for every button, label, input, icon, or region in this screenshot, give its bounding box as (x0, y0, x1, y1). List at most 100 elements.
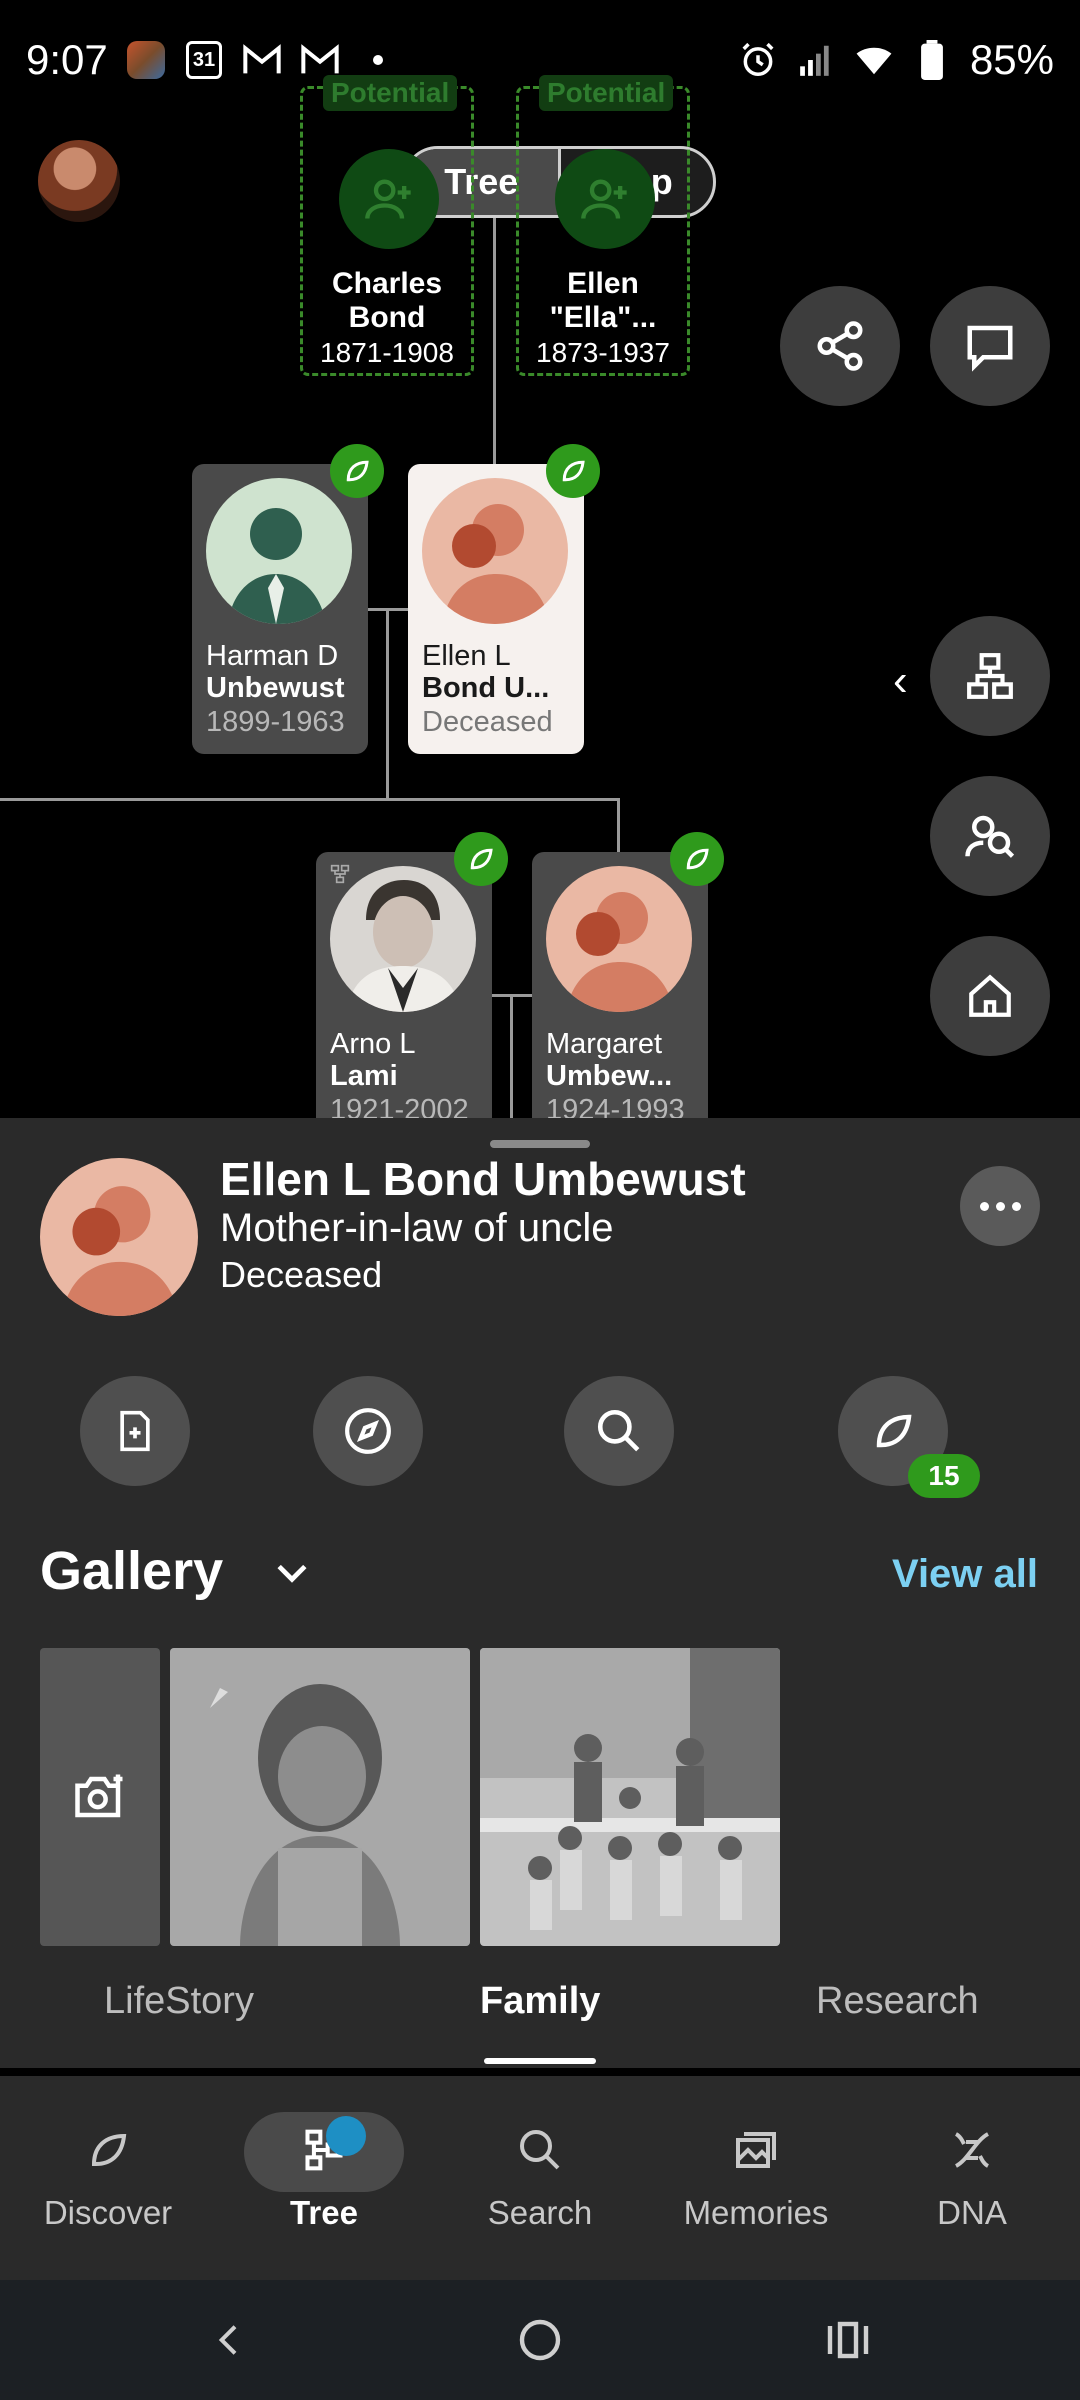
potential-parent-years: 1871-1908 (320, 337, 454, 368)
nav-label: Search (487, 2194, 593, 2231)
person-relationship: Mother-in-law of uncle (220, 1206, 614, 1250)
alarm-icon (738, 40, 778, 80)
person-years: Deceased (422, 706, 553, 738)
status-time: 9:07 (26, 36, 108, 83)
discover-leaf-icon (0, 2120, 216, 2180)
nav-discover[interactable]: Discover (0, 2120, 216, 2232)
connector-line (510, 994, 513, 1118)
gmail-icon (242, 40, 282, 80)
chevron-left-icon[interactable]: ‹ (893, 656, 908, 706)
female-silhouette-avatar[interactable] (40, 1158, 198, 1316)
user-avatar[interactable] (38, 140, 120, 222)
person-years: 1921-2002 (330, 1094, 469, 1118)
person-card[interactable]: Harman D Unbewust 1899-1963 (192, 444, 384, 754)
share-button[interactable] (780, 286, 900, 406)
potential-parent-card[interactable]: Potential Charles Bond 1871-1908 (300, 75, 474, 376)
female-silhouette-avatar (422, 478, 568, 624)
find-person-button[interactable] (930, 776, 1050, 896)
potential-parent-card[interactable]: Potential Ellen "Ella"... 1873-1937 (516, 75, 690, 376)
connector-line (386, 608, 389, 800)
home-circle-icon[interactable] (510, 2310, 570, 2370)
back-icon[interactable] (200, 2310, 260, 2370)
calendar-31-icon: 31 (184, 40, 224, 80)
gallery-heading: Gallery (40, 1541, 224, 1601)
gmail-icon (300, 40, 340, 80)
person-first-name: Arno L (330, 1028, 416, 1060)
system-icons: 85% (738, 36, 1054, 84)
connector-line (493, 218, 496, 464)
tab-family[interactable]: Family (480, 1980, 600, 2023)
nav-dna[interactable]: DNA (864, 2120, 1080, 2232)
active-tab-indicator (484, 2058, 596, 2064)
tree-icon (216, 2120, 432, 2180)
person-first-name: Harman D (206, 640, 339, 672)
bottom-navigation: Discover Tree Search Memories DNA (0, 2076, 1080, 2280)
notification-icons: 31 (126, 40, 398, 80)
nav-memories[interactable]: Memories (648, 2120, 864, 2232)
potential-parent-name: Charles Bond (331, 267, 443, 334)
person-last-name: Bond U... (422, 672, 550, 704)
chevron-down-icon[interactable] (270, 1550, 314, 1599)
view-all-link[interactable]: View all (892, 1552, 1038, 1597)
gallery-photo-family-group[interactable] (480, 1648, 780, 1946)
potential-parent-name: Ellen "Ella"... (549, 267, 657, 334)
person-card[interactable]: Margaret Umbew... 1924-1993 (532, 832, 724, 1118)
nav-label: DNA (937, 2194, 1007, 2231)
comment-button[interactable] (930, 286, 1050, 406)
drag-handle[interactable] (490, 1140, 590, 1148)
connector-line (492, 994, 534, 997)
add-photo-button[interactable] (40, 1648, 160, 1946)
nav-search[interactable]: Search (432, 2120, 648, 2232)
person-last-name: Unbewust (206, 672, 345, 704)
tab-research[interactable]: Research (816, 1980, 979, 2023)
hint-leaf-icon[interactable] (670, 832, 724, 886)
person-last-name: Umbew... (546, 1060, 673, 1092)
nav-label: Discover (43, 2194, 173, 2231)
dot-icon (358, 40, 398, 80)
hint-leaf-icon[interactable] (330, 444, 384, 498)
tree-view-options-button[interactable] (930, 616, 1050, 736)
system-navigation-bar (0, 2280, 1080, 2400)
person-years: 1924-1993 (546, 1094, 685, 1118)
female-silhouette-avatar (546, 866, 692, 1012)
hints-count-badge: 15 (908, 1454, 980, 1498)
battery-icon (912, 40, 952, 80)
wifi-icon (854, 40, 894, 80)
potential-parent-years: 1873-1937 (536, 337, 670, 368)
add-person-icon (339, 149, 439, 249)
nav-label: Tree (290, 2194, 358, 2231)
person-first-name: Margaret (546, 1028, 663, 1060)
hint-leaf-icon[interactable] (454, 832, 508, 886)
photos-icon (648, 2120, 864, 2180)
add-record-button[interactable] (80, 1376, 190, 1486)
photo-collage-icon (126, 40, 166, 80)
person-first-name: Ellen L (422, 640, 511, 672)
signal-icon (796, 40, 836, 80)
person-card-selected[interactable]: Ellen L Bond U... Deceased (408, 444, 600, 754)
person-card[interactable]: Arno L Lami 1921-2002 (316, 832, 508, 1118)
tree-mini-icon (330, 864, 350, 889)
more-options-button[interactable] (960, 1166, 1040, 1246)
recent-apps-icon[interactable] (818, 2310, 878, 2370)
home-button[interactable] (930, 936, 1050, 1056)
person-status: Deceased (220, 1254, 383, 1295)
status-bar: 9:07 31 85% (0, 0, 1080, 120)
nav-tree[interactable]: Tree (216, 2120, 432, 2232)
person-name: Ellen L Bond Umbewust (220, 1153, 746, 1205)
nav-label: Memories (683, 2194, 829, 2231)
male-silhouette-avatar (206, 478, 352, 624)
person-years: 1899-1963 (206, 706, 345, 738)
family-tree-canvas[interactable]: Tree Map Potential Charles Bond 1871-190… (0, 0, 1080, 1118)
explore-button[interactable] (313, 1376, 423, 1486)
connector-line (617, 798, 620, 854)
tab-lifestory[interactable]: LifeStory (104, 1980, 254, 2023)
add-person-icon (555, 149, 655, 249)
gallery-photo-portrait[interactable] (170, 1648, 470, 1946)
person-detail-sheet: Ellen L Bond Umbewust Mother-in-law of u… (0, 1118, 1080, 2068)
person-photo (330, 866, 476, 1012)
connector-line (386, 798, 620, 801)
connector-line (0, 798, 389, 801)
hint-leaf-icon[interactable] (546, 444, 600, 498)
battery-percent: 85% (969, 36, 1054, 83)
search-records-button[interactable] (564, 1376, 674, 1486)
